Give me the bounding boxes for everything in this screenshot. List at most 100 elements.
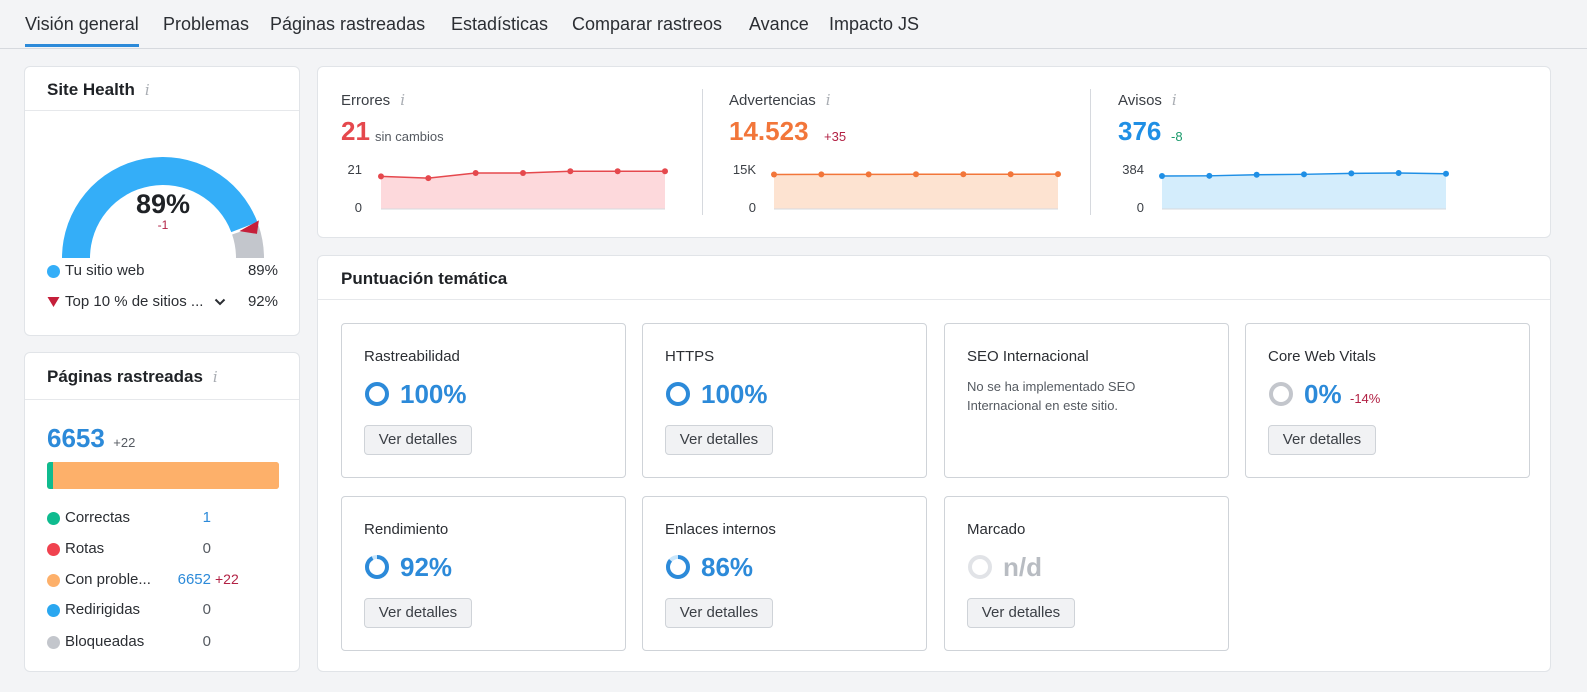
triangle-down-icon [47, 297, 60, 308]
tab-comparar-rastreos[interactable]: Comparar rastreos [572, 14, 722, 35]
ring-score-icon [968, 555, 992, 579]
crawled-value-rotas: 0 [202, 540, 211, 557]
advertencias-sparkline[interactable] [771, 167, 1061, 211]
item-label: Redirigidas [65, 601, 141, 618]
advertencias-delta: +35 [824, 129, 847, 144]
crawled-item-bloqueadas: Bloqueadas [47, 633, 144, 650]
avisos-delta: -8 [1171, 129, 1183, 144]
crawled-pages-title: Páginas rastreadas i [47, 367, 218, 387]
sparkline-point [771, 171, 777, 178]
legend-top10-value: 92% [247, 293, 278, 310]
avisos-value[interactable]: 376 [1118, 116, 1161, 147]
crawled-item-con-problemas: Con proble... [47, 571, 151, 588]
crawled-status-bar[interactable] [47, 462, 279, 489]
ring-progress [365, 382, 389, 406]
advertencias-ymin-label: 0 [748, 200, 756, 215]
crawled-item-redirigidas: Redirigidas [47, 601, 140, 618]
thematic-card-title: HTTPS [665, 348, 715, 365]
crawled-total-delta: +22 [113, 435, 136, 450]
tab-vision-general[interactable]: Visión general [25, 14, 139, 47]
sparkline-point [378, 173, 384, 180]
item-label: Bloqueadas [65, 633, 145, 650]
tab-bar: Visión general Problemas Páginas rastrea… [0, 0, 1587, 49]
ver-detalles-button[interactable]: Ver detalles [665, 425, 773, 455]
legend-top10[interactable]: Top 10 % de sitios ... [47, 293, 226, 310]
ver-detalles-button[interactable]: Ver detalles [364, 425, 472, 455]
sparkline-point [567, 168, 574, 175]
thematic-card-title: Rastreabilidad [364, 348, 460, 365]
sparkline-point [913, 171, 919, 178]
sparkline-point [472, 170, 479, 176]
green-dot-icon [47, 511, 60, 525]
info-icon[interactable]: i [145, 81, 150, 99]
ring-score-icon [365, 555, 389, 579]
tab-problemas[interactable]: Problemas [163, 14, 249, 35]
advertencias-value[interactable]: 14.523 [729, 116, 809, 147]
avisos-label-text: Avisos [1118, 92, 1162, 109]
thematic-score-card: Puntuación temática Rastreabilidad 100% … [317, 255, 1551, 672]
thematic-card-marcado: Marcado n/d Ver detalles [944, 496, 1229, 651]
thematic-card-delta: -14% [1350, 391, 1381, 406]
ring-progress [365, 555, 389, 579]
sparkline-point [1206, 172, 1213, 179]
tab-avance[interactable]: Avance [749, 14, 809, 35]
ver-detalles-button[interactable]: Ver detalles [967, 598, 1075, 628]
ring-track [968, 555, 992, 579]
bar-segment-con-problemas[interactable] [53, 462, 279, 489]
sparkline-point [662, 168, 668, 175]
legend-tu-sitio: Tu sitio web [47, 262, 144, 279]
crawled-delta-con-problemas: +22 [215, 571, 239, 587]
errores-label: Errores i [341, 91, 405, 109]
thematic-card-core-web-vitals: Core Web Vitals 0% -14% Ver detalles [1245, 323, 1530, 478]
thematic-card-rastreabilidad: Rastreabilidad 100% Ver detalles [341, 323, 626, 478]
info-icon[interactable]: i [400, 91, 405, 109]
legend-tu-sitio-value: 89% [247, 262, 278, 279]
thematic-card-value: 0% [1304, 379, 1342, 409]
chevron-down-icon[interactable] [214, 297, 226, 307]
sparkline-point [1395, 170, 1402, 176]
advertencias-label: Advertencias i [729, 91, 831, 109]
crawled-value-bloqueadas: 0 [202, 633, 211, 650]
red-dot-icon [47, 542, 60, 556]
info-icon[interactable]: i [826, 91, 831, 109]
errores-sparkline[interactable] [378, 167, 668, 211]
sparkline-point [1055, 171, 1061, 178]
crawled-item-correctas: Correctas [47, 509, 130, 526]
tab-estadisticas[interactable]: Estadísticas [451, 14, 548, 35]
item-label: Rotas [65, 540, 105, 557]
crawled-pages-title-text: Páginas rastreadas [47, 367, 203, 386]
item-label: Con proble... [65, 571, 151, 588]
sparkline-point [1348, 170, 1355, 177]
crawled-value-con-problemas[interactable]: 6652 [165, 571, 211, 588]
ver-detalles-button[interactable]: Ver detalles [665, 598, 773, 628]
info-icon[interactable]: i [1172, 91, 1177, 109]
thematic-card-value: 100% [400, 379, 467, 409]
blue-dot-icon [47, 264, 60, 278]
crawled-total[interactable]: 6653 +22 [47, 423, 135, 454]
tab-paginas-rastreadas[interactable]: Páginas rastreadas [270, 14, 425, 35]
thematic-card-enlaces-internos: Enlaces internos 86% Ver detalles [642, 496, 927, 651]
tab-impacto-js[interactable]: Impacto JS [829, 14, 919, 35]
sparkline-point [520, 170, 526, 176]
site-health-title-text: Site Health [47, 80, 135, 99]
avisos-ymin-label: 0 [1136, 200, 1144, 215]
errores-value[interactable]: 21 [341, 116, 370, 147]
divider [702, 89, 703, 215]
errores-ymin-label: 0 [354, 200, 362, 215]
ring-track [1269, 382, 1293, 406]
ver-detalles-button[interactable]: Ver detalles [364, 598, 472, 628]
divider [318, 299, 1550, 300]
crawled-total-value[interactable]: 6653 [47, 423, 105, 453]
thematic-card-title: Enlaces internos [665, 521, 776, 538]
item-label: Correctas [65, 509, 131, 526]
thematic-card-value: 86% [701, 552, 754, 582]
thematic-card-title: Core Web Vitals [1268, 348, 1376, 365]
avisos-sparkline[interactable] [1159, 167, 1449, 211]
crawled-value-correctas[interactable]: 1 [175, 509, 211, 526]
ver-detalles-button[interactable]: Ver detalles [1268, 425, 1376, 455]
site-health-value: 89% [135, 189, 191, 219]
thematic-card-title: Marcado [967, 521, 1026, 538]
sparkline-area [1162, 173, 1446, 209]
site-health-delta: -1 [157, 218, 169, 232]
info-icon[interactable]: i [213, 368, 218, 386]
